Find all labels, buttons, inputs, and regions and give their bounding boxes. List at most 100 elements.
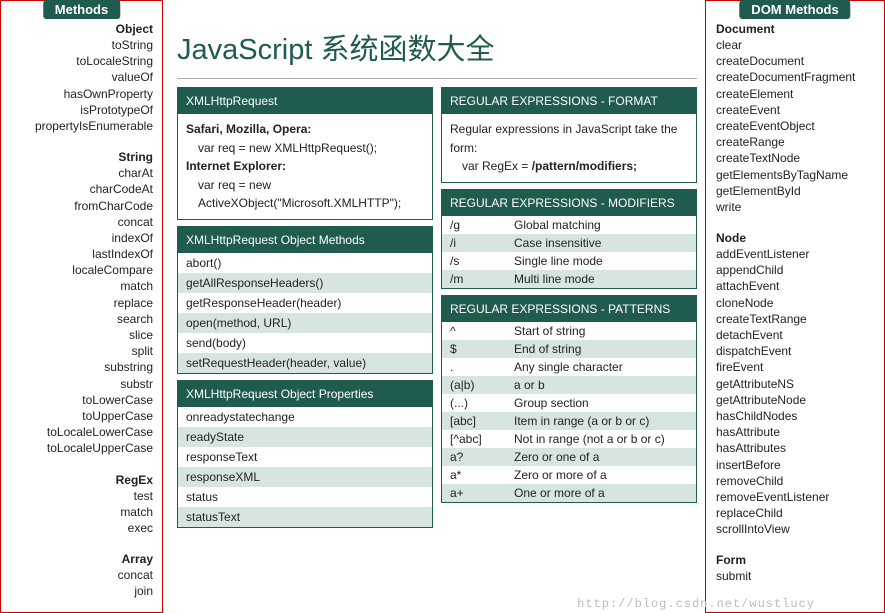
sidebar-group-title: Object (3, 22, 157, 36)
table-cell-value: Not in range (not a or b or c) (514, 432, 688, 446)
methods-sidebar-title: Methods (43, 0, 120, 19)
sidebar-item: createTextNode (716, 150, 879, 166)
regex-patterns-panel: REGULAR EXPRESSIONS - PATTERNS ^Start of… (441, 295, 697, 503)
sidebar-group: NodeaddEventListenerappendChildattachEve… (716, 231, 879, 537)
table-cell-key: $ (450, 342, 514, 356)
methods-sidebar: Methods ObjecttoStringtoLocaleStringvalu… (0, 0, 163, 613)
table-cell-key: /s (450, 254, 514, 268)
sidebar-item: getElementById (716, 183, 879, 199)
xhr-line: Safari, Mozilla, Opera: (186, 120, 424, 139)
sidebar-item: getAttributeNode (716, 392, 879, 408)
main-content: JavaScript 系统函数大全 XMLHttpRequest Safari,… (163, 0, 705, 613)
regex-format-line2: var RegEx = /pattern/modifiers; (450, 157, 688, 176)
xhr-line: var req = new XMLHttpRequest(); (186, 139, 424, 158)
table-cell-key: a+ (450, 486, 514, 500)
sidebar-item: toLocaleLowerCase (3, 424, 157, 440)
sidebar-item: slice (3, 327, 157, 343)
xhr-methods-list: abort()getAllResponseHeaders()getRespons… (178, 253, 432, 373)
table-cell-value: Item in range (a or b or c) (514, 414, 688, 428)
regex-modifiers-panel: REGULAR EXPRESSIONS - MODIFIERS /gGlobal… (441, 189, 697, 289)
table-cell-value: Start of string (514, 324, 688, 338)
sidebar-item: removeChild (716, 473, 879, 489)
sidebar-item: getAttributeNS (716, 376, 879, 392)
sidebar-item: exec (3, 520, 157, 536)
sidebar-item: toString (3, 37, 157, 53)
sidebar-item: concat (3, 214, 157, 230)
table-cell-key: /m (450, 272, 514, 286)
sidebar-item: getElementsByTagName (716, 167, 879, 183)
sidebar-item: toLocaleUpperCase (3, 440, 157, 456)
sidebar-item: toLocaleString (3, 53, 157, 69)
table-cell-key: /g (450, 218, 514, 232)
table-row: .Any single character (442, 358, 696, 376)
sidebar-item: split (3, 343, 157, 359)
sidebar-group-title: Array (3, 552, 157, 566)
regex-format-panel: REGULAR EXPRESSIONS - FORMAT Regular exp… (441, 87, 697, 183)
xhr-panel-body: Safari, Mozilla, Opera:var req = new XML… (178, 114, 432, 219)
regex-modifiers-list: /gGlobal matching/iCase insensitive/sSin… (442, 216, 696, 288)
table-row: /sSingle line mode (442, 252, 696, 270)
list-item: readyState (178, 427, 432, 447)
xhr-props-list: onreadystatechangereadyStateresponseText… (178, 407, 432, 527)
sidebar-group: RegExtestmatchexec (3, 473, 157, 537)
table-cell-key: (...) (450, 396, 514, 410)
sidebar-group-title: RegEx (3, 473, 157, 487)
page-root: Methods ObjecttoStringtoLocaleStringvalu… (0, 0, 885, 613)
table-cell-value: One or more of a (514, 486, 688, 500)
sidebar-item: search (3, 311, 157, 327)
sidebar-item: submit (716, 568, 879, 584)
sidebar-item: isPrototypeOf (3, 102, 157, 118)
table-cell-value: Zero or more of a (514, 468, 688, 482)
sidebar-item: hasAttribute (716, 424, 879, 440)
table-cell-value: Single line mode (514, 254, 688, 268)
table-cell-key: (a|b) (450, 378, 514, 392)
sidebar-group: StringcharAtcharCodeAtfromCharCodeconcat… (3, 150, 157, 456)
sidebar-item: substring (3, 359, 157, 375)
regex-patterns-list: ^Start of string$End of string.Any singl… (442, 322, 696, 502)
table-cell-key: [abc] (450, 414, 514, 428)
sidebar-item: detachEvent (716, 327, 879, 343)
regex-format-line2-bold: /pattern/modifiers; (532, 159, 637, 173)
sidebar-item: dispatchEvent (716, 343, 879, 359)
table-row: /mMulti line mode (442, 270, 696, 288)
sidebar-item: toUpperCase (3, 408, 157, 424)
list-item: getAllResponseHeaders() (178, 273, 432, 293)
table-row: /gGlobal matching (442, 216, 696, 234)
sidebar-group: Formsubmit (716, 553, 879, 584)
sidebar-group: Arrayconcatjoin (3, 552, 157, 599)
list-item: statusText (178, 507, 432, 527)
regex-format-body: Regular expressions in JavaScript take t… (442, 114, 696, 182)
sidebar-item: createEventObject (716, 118, 879, 134)
table-cell-key: . (450, 360, 514, 374)
dom-methods-sidebar: DOM Methods DocumentclearcreateDocumentc… (705, 0, 885, 613)
table-cell-value: a or b (514, 378, 688, 392)
table-row: a+One or more of a (442, 484, 696, 502)
xhr-props-panel: XMLHttpRequest Object Properties onready… (177, 380, 433, 528)
xhr-line: ActiveXObject("Microsoft.XMLHTTP"); (186, 194, 424, 213)
sidebar-group-title: Document (716, 22, 879, 36)
list-item: abort() (178, 253, 432, 273)
table-cell-value: Any single character (514, 360, 688, 374)
list-item: send(body) (178, 333, 432, 353)
sidebar-item: createElement (716, 86, 879, 102)
table-cell-value: Zero or one of a (514, 450, 688, 464)
table-cell-key: ^ (450, 324, 514, 338)
sidebar-item: scrollIntoView (716, 521, 879, 537)
list-item: getResponseHeader(header) (178, 293, 432, 313)
xhr-line: var req = new (186, 176, 424, 195)
xhr-methods-header: XMLHttpRequest Object Methods (178, 227, 432, 253)
sidebar-item: createTextRange (716, 311, 879, 327)
sidebar-item: createRange (716, 134, 879, 150)
table-row: [^abc]Not in range (not a or b or c) (442, 430, 696, 448)
table-cell-value: Group section (514, 396, 688, 410)
list-item: setRequestHeader(header, value) (178, 353, 432, 373)
list-item: onreadystatechange (178, 407, 432, 427)
sidebar-item: indexOf (3, 230, 157, 246)
table-cell-key: /i (450, 236, 514, 250)
sidebar-item: fireEvent (716, 359, 879, 375)
sidebar-item: test (3, 488, 157, 504)
table-row: /iCase insensitive (442, 234, 696, 252)
regex-format-line2-pre: var RegEx = (450, 159, 532, 173)
sidebar-item: substr (3, 376, 157, 392)
table-cell-key: [^abc] (450, 432, 514, 446)
